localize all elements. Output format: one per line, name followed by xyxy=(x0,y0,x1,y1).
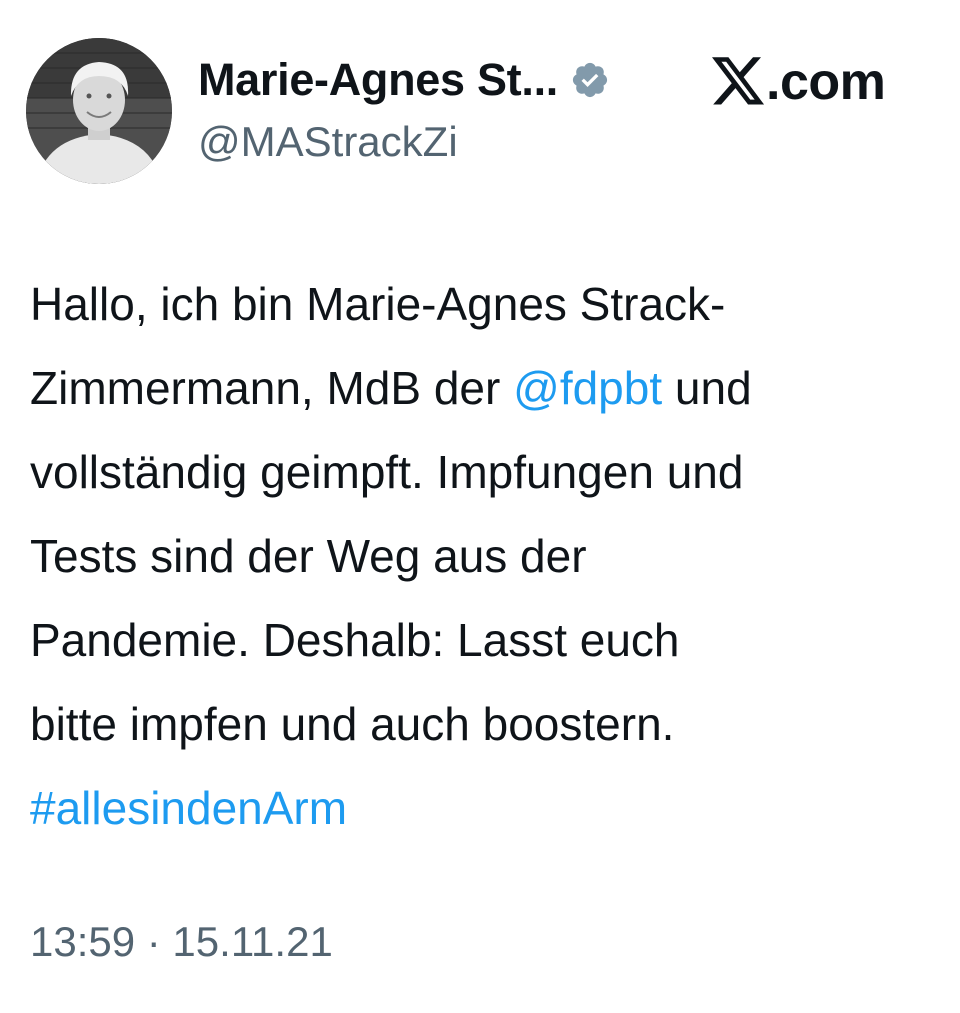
x-logo-icon xyxy=(712,57,766,107)
author-name-row[interactable]: Marie-Agnes St... xyxy=(198,48,610,112)
tweet-timestamp[interactable]: 13:59 · 15.11.21 xyxy=(30,918,333,966)
verified-badge-icon xyxy=(570,60,610,100)
tweet-line: Hallo, ich bin Marie-Agnes Strack- xyxy=(30,278,726,330)
tweet-text-segment: und xyxy=(662,362,752,414)
tweet-line: Zimmermann, MdB der @fdpbt und xyxy=(30,346,940,430)
tweet-line: bitte impfen und auch boostern. xyxy=(30,698,675,750)
tweet-line: Pandemie. Deshalb: Lasst euch xyxy=(30,614,680,666)
brand-domain-text: .com xyxy=(766,53,886,111)
profile-photo xyxy=(26,38,172,184)
tweet-line: Tests sind der Weg aus der xyxy=(30,530,587,582)
hashtag-link[interactable]: #allesindenArm xyxy=(30,766,940,850)
tweet-text: Hallo, ich bin Marie-Agnes Strack- Zimme… xyxy=(30,262,940,850)
author-handle[interactable]: @MAStrackZi xyxy=(198,118,458,166)
mention-link[interactable]: @fdpbt xyxy=(513,362,662,414)
display-name[interactable]: Marie-Agnes St... xyxy=(198,54,558,106)
tweet-line: vollständig geimpft. Impfungen und xyxy=(30,446,744,498)
tweet-text-segment: Zimmermann, MdB der xyxy=(30,362,514,414)
x-brand: .com xyxy=(712,50,886,114)
avatar[interactable] xyxy=(26,38,172,184)
